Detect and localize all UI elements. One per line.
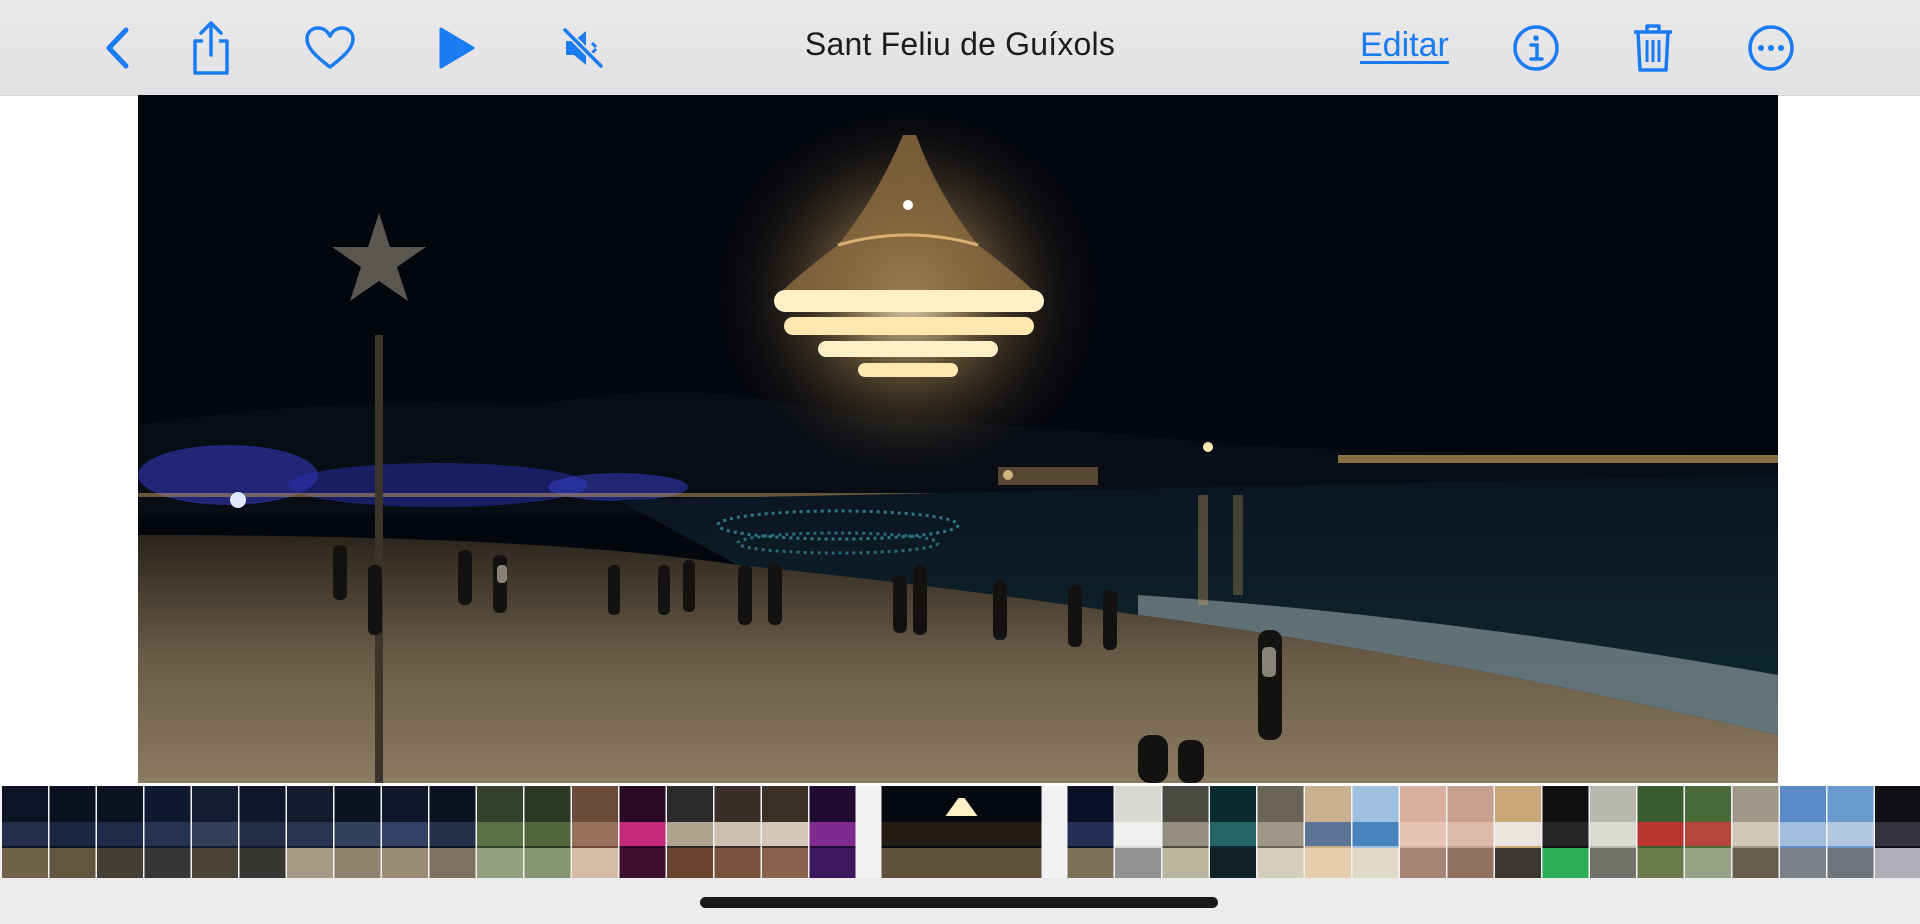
share-button[interactable] <box>185 18 237 78</box>
photo-image <box>138 95 1778 783</box>
info-icon <box>1513 25 1559 71</box>
filmstrip-thumb[interactable] <box>619 786 666 878</box>
more-icon <box>1748 25 1794 71</box>
photo-title: Sant Feliu de Guíxols <box>804 26 1116 62</box>
filmstrip-thumb[interactable] <box>429 786 476 878</box>
filmstrip-thumb[interactable] <box>714 786 761 878</box>
filmstrip-thumb[interactable] <box>809 786 856 878</box>
filmstrip-thumb[interactable] <box>1875 786 1920 878</box>
filmstrip-thumb[interactable] <box>334 786 381 878</box>
filmstrip-thumb[interactable] <box>1447 786 1494 878</box>
filmstrip-thumb[interactable] <box>1827 786 1874 878</box>
filmstrip-thumb-selected[interactable] <box>881 786 1042 878</box>
filmstrip-thumb[interactable] <box>1210 786 1256 878</box>
filmstrip-thumb[interactable] <box>287 786 333 878</box>
filmstrip-thumb[interactable] <box>524 786 571 878</box>
top-toolbar: Sant Feliu de Guíxols Editar <box>0 0 1920 96</box>
filmstrip-thumb[interactable] <box>192 786 238 878</box>
info-button[interactable] <box>1511 18 1561 78</box>
filmstrip-thumb[interactable] <box>1352 786 1399 878</box>
filmstrip-thumb[interactable] <box>1115 786 1161 878</box>
play-icon <box>439 27 475 69</box>
delete-button[interactable] <box>1630 18 1676 78</box>
filmstrip-thumb[interactable] <box>1067 786 1114 878</box>
filmstrip-thumb[interactable] <box>1495 786 1541 878</box>
filmstrip-thumb[interactable] <box>97 786 143 878</box>
filmstrip-thumb[interactable] <box>1590 786 1636 878</box>
filmstrip-thumb[interactable] <box>144 786 191 878</box>
filmstrip-thumb[interactable] <box>1780 786 1826 878</box>
trash-icon <box>1634 24 1672 72</box>
filmstrip-thumb[interactable] <box>382 786 428 878</box>
filmstrip-thumb[interactable] <box>49 786 96 878</box>
filmstrip <box>0 786 1920 878</box>
speaker-muted-icon <box>562 27 604 69</box>
filmstrip-thumb[interactable] <box>1305 786 1351 878</box>
filmstrip-thumb[interactable] <box>1732 786 1779 878</box>
more-button[interactable] <box>1746 18 1796 78</box>
filmstrip-thumb[interactable] <box>762 786 808 878</box>
back-button[interactable] <box>92 18 142 78</box>
main-photo[interactable] <box>138 95 1778 783</box>
home-indicator[interactable] <box>700 897 1218 908</box>
filmstrip-thumb[interactable] <box>1257 786 1304 878</box>
filmstrip-thumb[interactable] <box>477 786 523 878</box>
play-button[interactable] <box>432 18 478 78</box>
filmstrip-thumb[interactable] <box>1400 786 1446 878</box>
mute-button[interactable] <box>558 18 608 78</box>
filmstrip-thumb[interactable] <box>2 786 48 878</box>
filmstrip-thumb[interactable] <box>1162 786 1209 878</box>
filmstrip-thumb[interactable] <box>572 786 618 878</box>
filmstrip-thumb[interactable] <box>1685 786 1731 878</box>
share-icon <box>193 21 229 75</box>
filmstrip-thumb[interactable] <box>667 786 713 878</box>
heart-icon <box>305 26 355 69</box>
filmstrip-thumb[interactable] <box>1637 786 1684 878</box>
chevron-left-icon <box>106 27 129 69</box>
edit-button[interactable]: Editar <box>1360 26 1449 65</box>
filmstrip-thumb[interactable] <box>239 786 286 878</box>
filmstrip-thumbnails <box>2 786 1920 878</box>
favorite-button[interactable] <box>302 18 358 78</box>
filmstrip-thumb[interactable] <box>1542 786 1589 878</box>
